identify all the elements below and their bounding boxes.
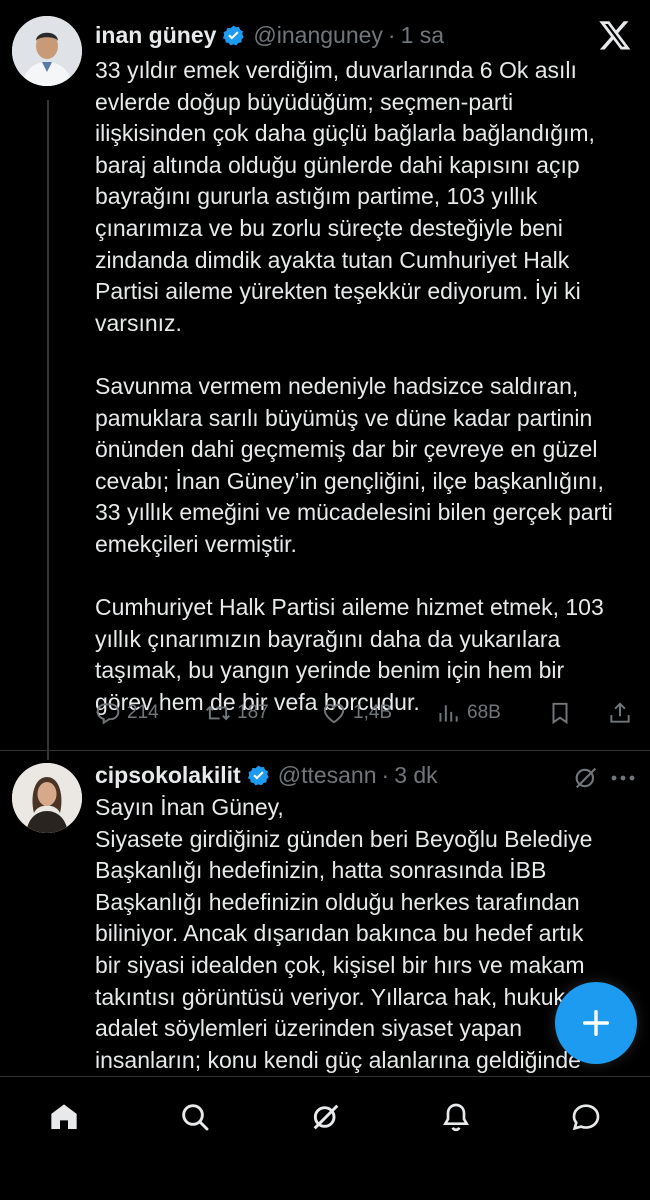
tweet-main[interactable]: inan güney @inanguney · 1 sa 33 yıldır e… [0,0,650,750]
tweet-paragraph: Savunma vermem nedeniyle hadsizce saldır… [95,372,613,557]
like-button[interactable]: 1,4B [321,700,392,726]
nav-grok[interactable] [306,1097,346,1137]
author-name[interactable]: cipsokolakilit [95,762,241,789]
more-options-icon[interactable] [608,766,638,790]
tweet-header: cipsokolakilit @ttesann · 3 dk [95,762,438,789]
verified-badge-icon [247,764,270,787]
bookmark-icon [552,702,568,725]
plus-icon [582,1009,610,1037]
tweet-paragraph: Sayın İnan Güney, [95,794,284,820]
timestamp[interactable]: 1 sa [401,22,444,49]
reply-count: 214 [127,702,159,723]
tweet-actions: 214 187 1,4B 68B [95,700,635,732]
share-button[interactable] [607,700,639,726]
tweet-text: 33 yıldır emek verdiğim, duvarlarında 6 … [95,55,615,718]
repost-icon [205,705,231,721]
share-icon [610,702,630,723]
timestamp[interactable]: 3 dk [394,762,437,789]
tweet-reply[interactable]: cipsokolakilit @ttesann · 3 dk Sayın İna… [0,750,650,1080]
separator-dot: · [381,762,390,788]
avatar-image [12,763,82,833]
home-icon [51,1104,77,1129]
nav-messages[interactable] [566,1097,606,1137]
reply-button[interactable]: 214 [95,700,159,726]
nav-notifications[interactable] [436,1097,476,1137]
nav-search[interactable] [175,1097,215,1137]
author-handle[interactable]: @inanguney [253,22,383,49]
search-icon [182,1104,209,1131]
x-logo-icon[interactable] [598,18,634,54]
author-handle[interactable]: @ttesann [278,762,377,789]
reply-icon [96,703,120,725]
avatar-image [12,16,82,86]
avatar[interactable] [12,16,82,86]
author-name[interactable]: inan güney [95,22,216,49]
views-button[interactable]: 68B [435,700,501,726]
bookmark-button[interactable] [547,700,579,726]
tweet-paragraph: Siyasete girdiğiniz günden beri Beyoğlu … [95,825,593,1080]
bottom-navigation [0,1076,650,1200]
tweet-paragraph: 33 yıldır emek verdiğim, duvarlarında 6 … [95,57,595,336]
notifications-icon [443,1103,469,1132]
views-count: 68B [467,702,501,723]
grok-icon [313,1104,339,1130]
compose-button[interactable] [555,982,637,1064]
grok-icon[interactable] [572,764,600,792]
verified-badge-icon [222,24,245,47]
like-count: 1,4B [353,702,393,723]
repost-count: 187 [237,702,269,723]
messages-icon [572,1104,600,1131]
avatar[interactable] [12,763,82,833]
heart-icon [323,703,345,724]
tweet-header: inan güney @inanguney · 1 sa [95,22,444,49]
nav-home[interactable] [44,1097,84,1137]
views-icon [439,705,458,722]
tweet-text: Sayın İnan Güney, Siyasete girdiğiniz gü… [95,792,615,1080]
repost-button[interactable]: 187 [205,700,269,726]
separator-dot: · [387,22,396,48]
